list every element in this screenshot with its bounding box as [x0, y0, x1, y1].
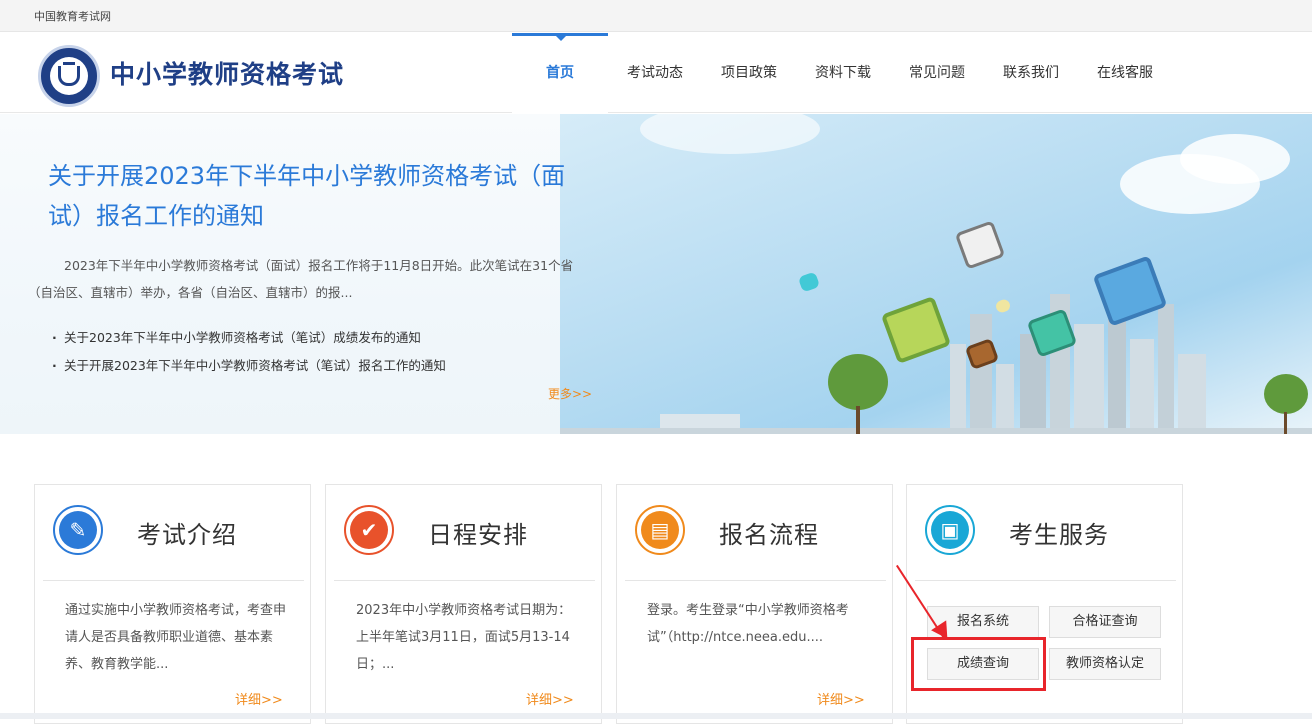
- nav-item-home[interactable]: 首页: [512, 33, 608, 113]
- banner-illustration: [560, 114, 1312, 434]
- top-bar: 中国教育考试网: [0, 0, 1312, 32]
- edit-icon: ✎: [53, 505, 103, 555]
- detail-link[interactable]: 详细>>: [235, 689, 283, 708]
- contact-book-icon: ▣: [925, 505, 975, 555]
- nav-item-downloads[interactable]: 资料下载: [796, 33, 890, 113]
- nav-item-faq[interactable]: 常见问题: [890, 33, 984, 113]
- card-exam-intro: ✎ 考试介绍 通过实施中小学教师资格考试，考查申请人是否具备教师职业道德、基本素…: [34, 484, 311, 724]
- card-registration-process: ▤ 报名流程 登录。考生登录“中小学教师资格考试”（http://ntce.ne…: [616, 484, 893, 724]
- card-title[interactable]: 考试介绍: [137, 515, 237, 550]
- banner-headline-link[interactable]: 关于开展2023年下半年中小学教师资格考试（面试）报名工作的通知: [48, 156, 588, 236]
- card-description: 通过实施中小学教师资格考试，考查申请人是否具备教师职业道德、基本素养、教育教学能…: [65, 603, 287, 672]
- nav-item-contact[interactable]: 联系我们: [984, 33, 1078, 113]
- card-description: 2023年中小学教师资格考试日期为：上半年笔试3月11日，面试5月13-14日；…: [356, 603, 572, 672]
- nav-item-policy[interactable]: 项目政策: [702, 33, 796, 113]
- more-link[interactable]: 更多>>: [548, 385, 592, 402]
- card-title[interactable]: 日程安排: [428, 515, 528, 550]
- nav-item-online-service[interactable]: 在线客服: [1078, 33, 1172, 113]
- news-list: 关于2023年下半年中小学教师资格考试（笔试）成绩发布的通知 关于开展2023年…: [52, 324, 446, 380]
- form-icon: ▤: [635, 505, 685, 555]
- news-item-written-score[interactable]: 关于2023年下半年中小学教师资格考试（笔试）成绩发布的通知: [52, 324, 446, 352]
- header: 中小学教师资格考试 首页 考试动态 项目政策 资料下载 常见问题 联系我们 在线…: [0, 33, 1312, 113]
- main-nav: 首页 考试动态 项目政策 资料下载 常见问题 联系我们 在线客服: [512, 33, 1172, 113]
- card-schedule: ✔ 日程安排 2023年中小学教师资格考试日期为：上半年笔试3月11日，面试5月…: [325, 484, 602, 724]
- logo-title[interactable]: 中小学教师资格考试: [110, 55, 344, 91]
- banner: 关于开展2023年下半年中小学教师资格考试（面试）报名工作的通知 2023年下半…: [0, 114, 1312, 434]
- detail-link[interactable]: 详细>>: [526, 689, 574, 708]
- card-title[interactable]: 考生服务: [1009, 515, 1109, 550]
- check-icon: ✔: [344, 505, 394, 555]
- logo-emblem-icon[interactable]: [38, 45, 100, 107]
- certificate-query-button[interactable]: 合格证查询: [1049, 606, 1161, 638]
- card-title[interactable]: 报名流程: [719, 515, 819, 550]
- site-name-link[interactable]: 中国教育考试网: [34, 8, 111, 24]
- news-item-written-registration[interactable]: 关于开展2023年下半年中小学教师资格考试（笔试）报名工作的通知: [52, 352, 446, 380]
- annotation-highlight-box: [911, 637, 1046, 691]
- detail-link[interactable]: 详细>>: [817, 689, 865, 708]
- banner-summary: 2023年下半年中小学教师资格考试（面试）报名工作将于11月8日开始。此次笔试在…: [28, 258, 574, 300]
- nav-item-exam-news[interactable]: 考试动态: [608, 33, 702, 113]
- card-description: 登录。考生登录“中小学教师资格考试”（http://ntce.neea.edu.…: [647, 603, 849, 645]
- bottom-divider: [0, 713, 1312, 719]
- teacher-certification-button[interactable]: 教师资格认定: [1049, 648, 1161, 680]
